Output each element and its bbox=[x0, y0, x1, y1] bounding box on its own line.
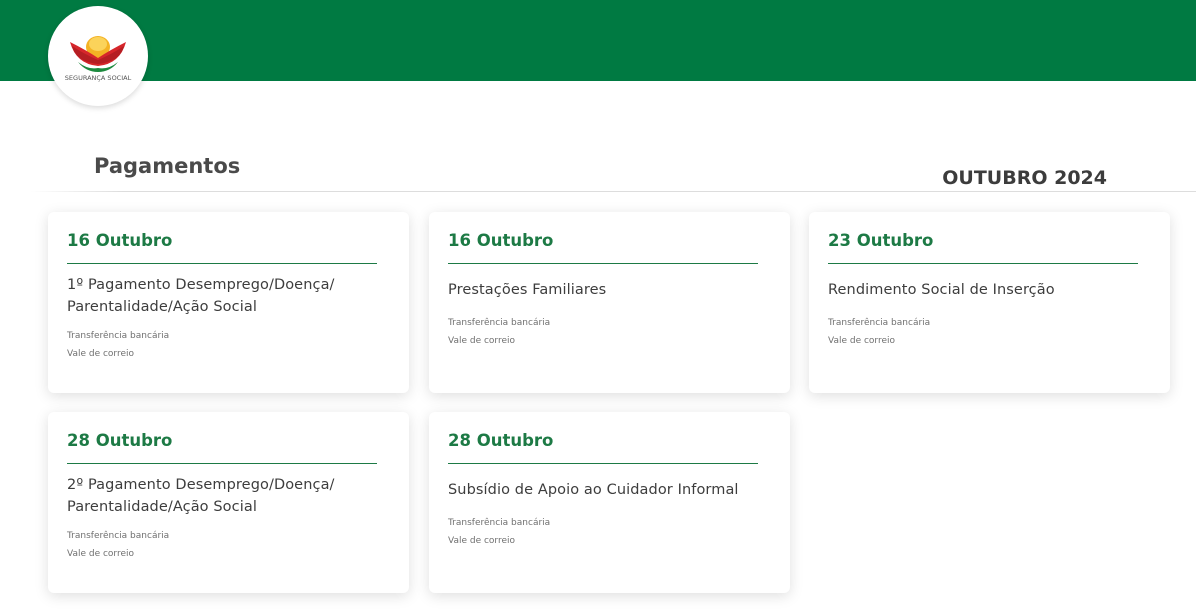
payment-method: Vale de correio bbox=[67, 349, 135, 359]
payment-card[interactable]: 16 Outubro 1º Pagamento Desemprego/Doenç… bbox=[48, 212, 409, 393]
payment-card[interactable]: 28 Outubro Subsídio de Apoio ao Cuidador… bbox=[429, 412, 790, 593]
payment-title-line: Subsídio de Apoio ao Cuidador Informal bbox=[448, 481, 739, 498]
header-bar bbox=[0, 0, 1196, 81]
payment-title-line: 1º Pagamento Desemprego/Doença/ bbox=[67, 277, 335, 293]
payment-date: 23 Outubro bbox=[828, 230, 1138, 264]
payment-card[interactable]: 23 Outubro Rendimento Social de Inserção… bbox=[809, 212, 1170, 393]
section-divider bbox=[30, 191, 1196, 192]
payment-method: Vale de correio bbox=[828, 336, 896, 346]
logo-text: SEGURANÇA SOCIAL bbox=[64, 74, 132, 82]
payment-date: 28 Outubro bbox=[67, 430, 377, 464]
seguranca-social-logo[interactable]: SEGURANÇA SOCIAL bbox=[48, 6, 148, 106]
payment-title-line: Parentalidade/Ação Social bbox=[67, 299, 257, 315]
payment-method: Transferência bancária bbox=[67, 531, 170, 541]
payment-method: Transferência bancária bbox=[67, 331, 170, 341]
payment-title: Prestações Familiares bbox=[448, 264, 770, 314]
logo-emblem-icon bbox=[70, 36, 126, 72]
payment-method: Vale de correio bbox=[67, 549, 135, 559]
payment-card[interactable]: 16 Outubro Prestações Familiares Transfe… bbox=[429, 212, 790, 393]
payment-method: Transferência bancária bbox=[828, 318, 931, 328]
payment-method: Vale de correio bbox=[448, 536, 516, 546]
month-title: OUTUBRO 2024 bbox=[942, 167, 1107, 189]
payment-method: Transferência bancária bbox=[448, 318, 551, 328]
page-title: Pagamentos bbox=[94, 154, 241, 178]
payment-method: Transferência bancária bbox=[448, 518, 551, 528]
payment-title-line: 2º Pagamento Desemprego/Doença/ bbox=[67, 477, 335, 493]
payment-title: 1º Pagamento Desemprego/Doença/ Parental… bbox=[67, 264, 389, 327]
payment-date: 16 Outubro bbox=[448, 230, 758, 264]
payment-title-line: Parentalidade/Ação Social bbox=[67, 499, 257, 515]
payment-title: 2º Pagamento Desemprego/Doença/ Parental… bbox=[67, 464, 389, 527]
payment-date: 28 Outubro bbox=[448, 430, 758, 464]
payment-title-line: Prestações Familiares bbox=[448, 281, 607, 298]
payment-title: Rendimento Social de Inserção bbox=[828, 264, 1150, 314]
payment-card[interactable]: 28 Outubro 2º Pagamento Desemprego/Doenç… bbox=[48, 412, 409, 593]
payment-title: Subsídio de Apoio ao Cuidador Informal bbox=[448, 464, 770, 514]
payment-date: 16 Outubro bbox=[67, 230, 377, 264]
payment-method: Vale de correio bbox=[448, 336, 516, 346]
payment-title-line: Rendimento Social de Inserção bbox=[828, 281, 1055, 298]
